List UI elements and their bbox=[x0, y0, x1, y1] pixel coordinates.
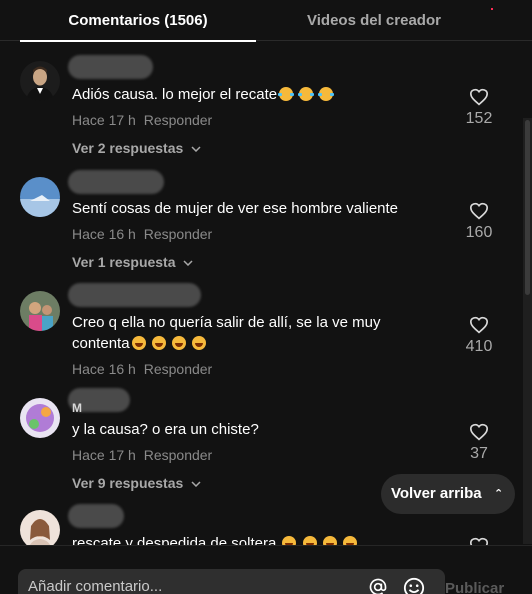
reply-link[interactable]: Responder bbox=[144, 112, 213, 128]
view-replies-label: Ver 9 respuestas bbox=[72, 475, 184, 491]
view-replies-label: Ver 1 respuesta bbox=[72, 254, 176, 270]
like-count: 152 bbox=[465, 110, 493, 127]
avatar[interactable] bbox=[20, 291, 60, 331]
view-replies-button[interactable]: Ver 9 respuestas bbox=[72, 475, 201, 491]
heart-outline-icon bbox=[469, 88, 489, 106]
view-replies-label: Ver 2 respuestas bbox=[72, 140, 184, 156]
comment-meta: Hace 17 h Responder bbox=[72, 447, 216, 463]
heart-outline-icon bbox=[469, 316, 489, 334]
grinning-emoji-icon bbox=[322, 536, 337, 545]
comment-composer: Publicar bbox=[0, 545, 532, 594]
grinning-emoji-icon bbox=[192, 336, 207, 350]
grinning-emoji-icon bbox=[151, 336, 166, 350]
comment-meta: Hace 16 h Responder bbox=[72, 226, 216, 242]
avatar[interactable] bbox=[20, 61, 60, 101]
like-count: 160 bbox=[465, 224, 493, 241]
back-to-top-button[interactable]: Volver arriba ⌃ bbox=[381, 474, 515, 514]
avatar[interactable] bbox=[20, 510, 60, 545]
rolling-laughing-emoji-icon bbox=[298, 87, 315, 101]
comment-text: Adiós causa. lo mejor el recate bbox=[72, 84, 422, 105]
grinning-emoji-icon bbox=[302, 536, 317, 545]
avatar[interactable] bbox=[20, 177, 60, 217]
chevron-down-icon bbox=[183, 260, 193, 267]
grinning-emoji-icon bbox=[342, 536, 357, 545]
scrollbar-thumb[interactable] bbox=[525, 120, 530, 295]
comment-meta: Hace 17 h Responder bbox=[72, 112, 216, 128]
like-button[interactable]: 160 bbox=[452, 202, 506, 242]
username-blurred[interactable] bbox=[68, 170, 164, 194]
comment-text: Creo q ella no quería salir de allí, se … bbox=[72, 314, 381, 352]
username-partial[interactable]: M bbox=[72, 401, 82, 415]
notification-dot bbox=[491, 8, 493, 10]
comment-input-box bbox=[18, 569, 445, 594]
chevron-down-icon bbox=[191, 146, 201, 153]
view-replies-button[interactable]: Ver 2 respuestas bbox=[72, 140, 201, 156]
avatar[interactable] bbox=[20, 398, 60, 438]
username-blurred[interactable] bbox=[68, 55, 153, 79]
heart-outline-icon bbox=[469, 423, 489, 441]
comment-time: Hace 16 h bbox=[72, 226, 136, 242]
reply-link[interactable]: Responder bbox=[144, 447, 213, 463]
like-button[interactable]: 37 bbox=[452, 423, 506, 463]
comment-time: Hace 17 h bbox=[72, 112, 136, 128]
like-count: 37 bbox=[470, 445, 488, 462]
emoji-face-icon[interactable] bbox=[403, 577, 425, 594]
tab-comments[interactable]: Comentarios (1506) bbox=[20, 0, 256, 42]
rolling-laughing-emoji-icon bbox=[318, 87, 335, 101]
grinning-emoji-icon bbox=[171, 336, 186, 350]
reply-link[interactable]: Responder bbox=[144, 361, 213, 377]
back-to-top-label: Volver arriba bbox=[391, 485, 482, 502]
like-button[interactable]: 152 bbox=[452, 88, 506, 128]
like-button[interactable]: 410 bbox=[452, 316, 506, 356]
comment-text: Sentí cosas de mujer de ver ese hombre v… bbox=[72, 200, 399, 217]
username-blurred[interactable] bbox=[68, 283, 201, 307]
heart-outline-icon bbox=[469, 537, 489, 545]
heart-outline-icon bbox=[469, 202, 489, 220]
reply-link[interactable]: Responder bbox=[144, 226, 213, 242]
comment-list: Adiós causa. lo mejor el recate Hace 17 … bbox=[0, 42, 523, 545]
comment-text: rescate y despedida de soltera bbox=[72, 533, 422, 545]
tab-bar: Comentarios (1506) Videos del creador bbox=[0, 0, 532, 42]
username-blurred[interactable] bbox=[68, 504, 124, 528]
comment-meta: Hace 16 h Responder bbox=[72, 361, 216, 377]
comment-text: y la causa? o era un chiste? bbox=[72, 421, 259, 438]
view-replies-button[interactable]: Ver 1 respuesta bbox=[72, 254, 193, 270]
chevron-down-icon bbox=[191, 481, 201, 488]
like-button[interactable] bbox=[452, 537, 506, 545]
at-sign-icon[interactable] bbox=[368, 577, 388, 594]
grinning-emoji-icon bbox=[282, 536, 297, 545]
publish-button[interactable]: Publicar bbox=[445, 580, 504, 594]
like-count: 410 bbox=[465, 338, 493, 355]
comment-time: Hace 16 h bbox=[72, 361, 136, 377]
rolling-laughing-emoji-icon bbox=[278, 87, 295, 101]
comment-time: Hace 17 h bbox=[72, 447, 136, 463]
tab-creator-videos[interactable]: Videos del creador bbox=[256, 0, 492, 41]
double-chevron-up-icon: ⌃ bbox=[494, 488, 504, 500]
comment-input[interactable] bbox=[28, 569, 358, 594]
grinning-emoji-icon bbox=[131, 336, 146, 350]
